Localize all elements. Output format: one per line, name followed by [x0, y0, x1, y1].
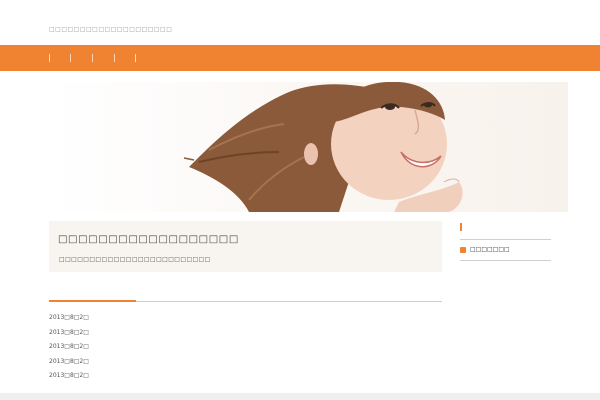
archive-item[interactable]: 2013□8□2□: [49, 343, 89, 358]
archive-item[interactable]: 2013□8□2□: [49, 372, 89, 387]
nav-item-2[interactable]: [70, 54, 71, 62]
main-nav-bar: [0, 45, 600, 71]
hero-image: [49, 82, 568, 212]
sidebar-heading-marker: [460, 223, 462, 231]
sidebar-link[interactable]: □□□□□□□: [470, 246, 510, 253]
square-bullet-icon: [460, 247, 466, 253]
sidebar-divider-bottom: [460, 260, 551, 261]
site-description: □□□□□□□□□□□□□□□□□□□□: [49, 26, 173, 33]
nav-item-5[interactable]: [135, 54, 136, 62]
archive-divider-accent: [49, 300, 136, 302]
archive-item[interactable]: 2013□8□2□: [49, 358, 89, 373]
nav-item-3[interactable]: [92, 54, 93, 62]
archive-list: 2013□8□2□ 2013□8□2□ 2013□8□2□ 2013□8□2□ …: [49, 314, 89, 387]
sidebar-divider-top: [460, 239, 551, 240]
featured-post-card[interactable]: □□□□□□□□□□□□□□□□□□ □□□□□□□□□□□□□□□□□□□□□…: [49, 221, 442, 272]
archive-item[interactable]: 2013□8□2□: [49, 314, 89, 329]
archive-item[interactable]: 2013□8□2□: [49, 329, 89, 344]
nav-item-1[interactable]: [49, 54, 50, 62]
footer-strip: [0, 393, 600, 400]
nav-item-4[interactable]: [114, 54, 115, 62]
post-title[interactable]: □□□□□□□□□□□□□□□□□□: [58, 234, 239, 245]
post-excerpt: □□□□□□□□□□□□□□□□□□□□□□□□□: [59, 256, 211, 263]
